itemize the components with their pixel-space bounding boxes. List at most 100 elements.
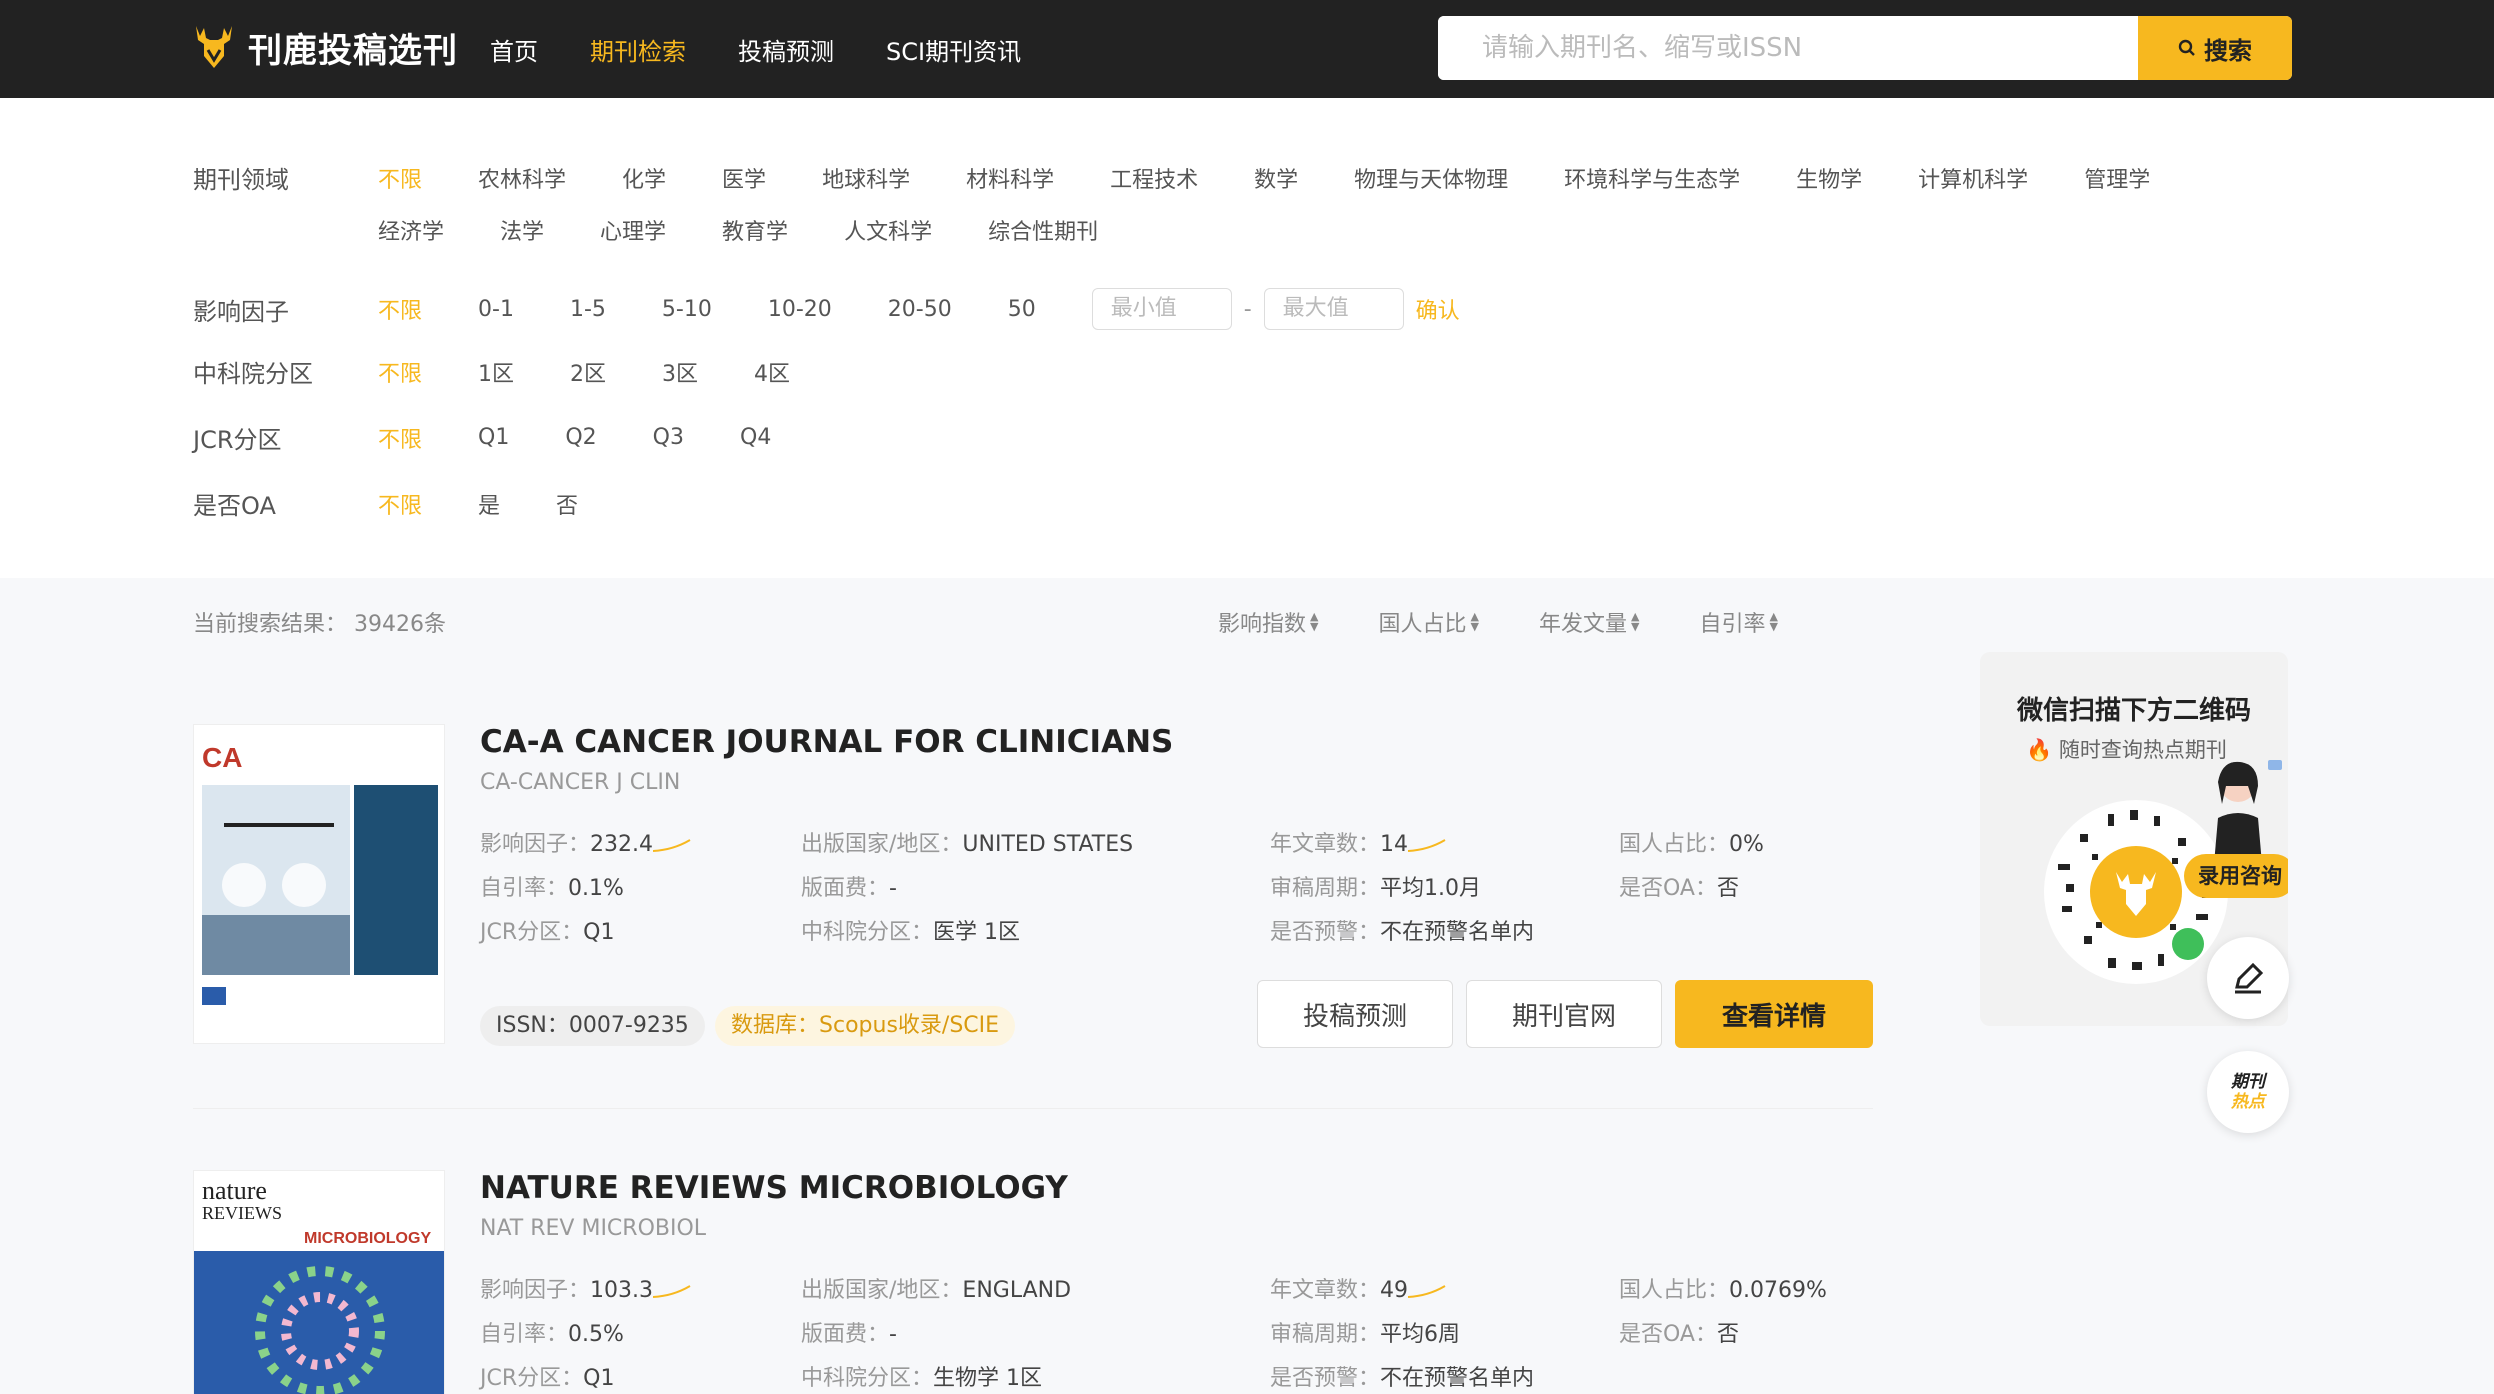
filter-label-field: 期刊领域: [193, 166, 289, 194]
sort-annual-articles[interactable]: 年发文量 ▲ ▼: [1539, 606, 1639, 638]
cover-art: nature REVIEWS MICROBIOLOGY: [194, 1171, 444, 1394]
impact-option[interactable]: 1-5: [570, 297, 606, 322]
journal-title[interactable]: NATURE REVIEWS MICROBIOLOGY: [480, 1170, 1068, 1206]
jcr-option[interactable]: Q2: [565, 425, 596, 450]
field-option[interactable]: 心理学: [600, 214, 666, 246]
impact-option[interactable]: 20-50: [888, 297, 952, 322]
site-logo[interactable]: 刊鹿投稿选刊: [190, 22, 458, 72]
metric-label: 影响因子：: [480, 832, 591, 857]
sort-impact[interactable]: 影响指数 ▲ ▼: [1218, 606, 1318, 638]
jcr-option[interactable]: Q4: [740, 425, 771, 450]
field-option[interactable]: 化学: [622, 162, 666, 194]
oa-option-any[interactable]: 不限: [378, 488, 422, 520]
metric-fee: 版面费：-: [801, 1316, 897, 1348]
result-count-label: 当前搜索结果：: [193, 612, 348, 637]
metric-value: 0.5%: [568, 1322, 624, 1347]
field-option[interactable]: 环境科学与生态学: [1564, 162, 1740, 194]
cas-option[interactable]: 2区: [570, 356, 606, 388]
impact-option[interactable]: 50: [1008, 297, 1036, 322]
field-option[interactable]: 法学: [500, 214, 544, 246]
issn-tag: ISSN：0007-9235: [480, 1006, 705, 1046]
metric-review: 审稿周期：平均6周: [1270, 1316, 1460, 1348]
field-option[interactable]: 生物学: [1796, 162, 1862, 194]
edit-float-button[interactable]: [2207, 937, 2289, 1019]
sort-label: 年发文量: [1538, 612, 1627, 637]
metric-review: 审稿周期：平均1.0月: [1270, 870, 1481, 902]
metric-if: 影响因子：232.4: [480, 826, 691, 858]
search-input[interactable]: [1438, 16, 2138, 80]
oa-option[interactable]: 否: [556, 488, 578, 520]
metric-value: 医学 1区: [933, 920, 1021, 945]
impact-confirm-button[interactable]: 确认: [1416, 293, 1460, 325]
sort-cn-ratio[interactable]: 国人占比 ▲ ▼: [1378, 606, 1478, 638]
jcr-option-any[interactable]: 不限: [378, 422, 422, 454]
field-option[interactable]: 材料科学: [966, 162, 1054, 194]
metric-cn: 国人占比：0%: [1619, 826, 1764, 858]
metric-jcr: JCR分区：Q1: [480, 1360, 614, 1392]
submission-prediction-button[interactable]: 投稿预测: [1257, 980, 1453, 1048]
range-dash: -: [1243, 296, 1252, 322]
filter-panel: 期刊领域 不限 农林科学 化学 医学 地球科学 材料科学 工程技术 数学 物理与…: [0, 98, 2494, 578]
deer-logo-icon: [196, 26, 232, 68]
jcr-option[interactable]: Q1: [478, 425, 509, 450]
cas-option[interactable]: 4区: [754, 356, 790, 388]
impact-option-any[interactable]: 不限: [378, 293, 422, 325]
field-option[interactable]: 数学: [1254, 162, 1298, 194]
cover-title: nature: [202, 1176, 267, 1205]
impact-option[interactable]: 5-10: [662, 297, 712, 322]
journal-cover-image[interactable]: CA: [193, 724, 445, 1044]
metric-value: ENGLAND: [962, 1278, 1072, 1303]
metric-cn: 国人占比：0.0769%: [1619, 1272, 1827, 1304]
field-option[interactable]: 综合性期刊: [988, 214, 1098, 246]
metric-label: 是否OA：: [1619, 1322, 1717, 1347]
impact-min-input[interactable]: 最小值: [1091, 288, 1232, 330]
field-option[interactable]: 教育学: [722, 214, 788, 246]
cas-option[interactable]: 3区: [662, 356, 698, 388]
tag-label: ISSN：: [496, 1013, 569, 1038]
service-agent-icon: [2214, 760, 2282, 864]
search-button-label: 搜索: [2204, 36, 2252, 65]
metric-value: Q1: [583, 1366, 615, 1391]
metric-value: 232.4: [590, 832, 653, 857]
field-option[interactable]: 经济学: [378, 214, 444, 246]
journal-title[interactable]: CA-A CANCER JOURNAL FOR CLINICIANS: [480, 724, 1173, 760]
view-details-button[interactable]: 查看详情: [1675, 980, 1873, 1048]
field-option[interactable]: 人文科学: [844, 214, 932, 246]
field-option[interactable]: 物理与天体物理: [1354, 162, 1508, 194]
oa-option[interactable]: 是: [478, 488, 500, 520]
nav-home[interactable]: 首页: [490, 32, 538, 67]
nav-sci-news[interactable]: SCI期刊资讯: [886, 32, 1021, 67]
cas-option-any[interactable]: 不限: [378, 356, 422, 388]
nav-journal-search[interactable]: 期刊检索: [590, 32, 686, 67]
metric-value: 49: [1380, 1278, 1409, 1303]
sort-self-citation[interactable]: 自引率 ▲ ▼: [1699, 606, 1777, 638]
filter-label-cas: 中科院分区: [193, 360, 313, 388]
field-option[interactable]: 地球科学: [822, 162, 910, 194]
field-option-any[interactable]: 不限: [378, 162, 422, 194]
jcr-option[interactable]: Q3: [653, 425, 684, 450]
metric-value: UNITED STATES: [962, 832, 1134, 857]
official-site-button[interactable]: 期刊官网: [1466, 980, 1662, 1048]
metric-cas: 中科院分区：生物学 1区: [801, 1360, 1042, 1392]
metric-label: 审稿周期：: [1270, 1322, 1381, 1347]
cas-option[interactable]: 1区: [478, 356, 514, 388]
cover-section: MICROBIOLOGY: [304, 1230, 431, 1247]
hot-journals-float-button[interactable]: 期刊 热点: [2207, 1051, 2289, 1133]
admission-consult-badge[interactable]: 录用咨询: [2184, 854, 2288, 898]
impact-option[interactable]: 10-20: [768, 297, 832, 322]
nav-submission-prediction[interactable]: 投稿预测: [738, 32, 834, 67]
search-button[interactable]: 搜索: [2138, 16, 2292, 80]
filter-label-jcr: JCR分区: [193, 426, 282, 454]
field-option[interactable]: 工程技术: [1110, 162, 1198, 194]
metric-country: 出版国家/地区：ENGLAND: [801, 1272, 1071, 1304]
field-option[interactable]: 管理学: [2084, 162, 2150, 194]
impact-option[interactable]: 0-1: [478, 297, 514, 322]
field-option[interactable]: 农林科学: [478, 162, 566, 194]
result-count-value: 39426条: [354, 612, 447, 637]
impact-max-input[interactable]: 最大值: [1263, 288, 1404, 330]
field-option[interactable]: 医学: [722, 162, 766, 194]
field-option[interactable]: 计算机科学: [1918, 162, 2028, 194]
sort-arrows-icon: ▲ ▼: [1310, 610, 1319, 633]
journal-cover-image[interactable]: nature REVIEWS MICROBIOLOGY: [193, 1170, 445, 1394]
metric-value: 否: [1716, 876, 1739, 901]
